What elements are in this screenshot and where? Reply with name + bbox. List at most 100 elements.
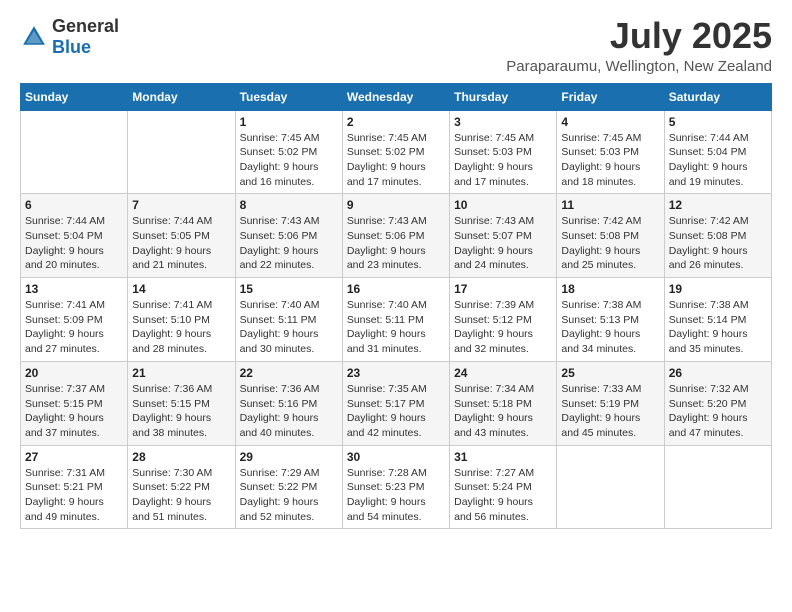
calendar-header-tuesday: Tuesday (235, 83, 342, 110)
day-number: 26 (669, 366, 767, 380)
logo-icon (20, 23, 48, 51)
calendar-cell: 20 Sunrise: 7:37 AM Sunset: 5:15 PM Dayli… (21, 361, 128, 445)
calendar-cell: 16Sunrise: 7:40 AM Sunset: 5:11 PM Dayli… (342, 278, 449, 362)
calendar-header-saturday: Saturday (664, 83, 771, 110)
day-detail: Sunrise: 7:43 AM Sunset: 5:07 PM Dayligh… (454, 214, 552, 273)
calendar-cell: 1 Sunrise: 7:45 AM Sunset: 5:02 PM Daylig… (235, 110, 342, 194)
calendar-cell: 11 Sunrise: 7:42 AM Sunset: 5:08 PM Dayli… (557, 194, 664, 278)
calendar-cell: 25Sunrise: 7:33 AM Sunset: 5:19 PM Dayli… (557, 361, 664, 445)
day-detail: Sunrise: 7:29 AM Sunset: 5:22 PM Dayligh… (240, 466, 338, 525)
day-detail: Sunrise: 7:45 AM Sunset: 5:03 PM Dayligh… (454, 131, 552, 190)
calendar-cell: 31 Sunrise: 7:27 AM Sunset: 5:24 PM Dayli… (450, 445, 557, 529)
day-detail: Sunrise: 7:32 AM Sunset: 5:20 PM Dayligh… (669, 382, 767, 441)
day-detail: Sunrise: 7:36 AM Sunset: 5:15 PM Dayligh… (132, 382, 230, 441)
day-detail: Sunrise: 7:35 AM Sunset: 5:17 PM Dayligh… (347, 382, 445, 441)
calendar-table: SundayMondayTuesdayWednesdayThursdayFrid… (20, 83, 772, 530)
day-number: 19 (669, 282, 767, 296)
day-number: 2 (347, 115, 445, 129)
calendar-header-row: SundayMondayTuesdayWednesdayThursdayFrid… (21, 83, 772, 110)
day-number: 28 (132, 450, 230, 464)
day-detail: Sunrise: 7:45 AM Sunset: 5:02 PM Dayligh… (240, 131, 338, 190)
calendar-cell: 14Sunrise: 7:41 AM Sunset: 5:10 PM Dayli… (128, 278, 235, 362)
calendar-cell: 2 Sunrise: 7:45 AM Sunset: 5:02 PM Daylig… (342, 110, 449, 194)
day-detail: Sunrise: 7:33 AM Sunset: 5:19 PM Dayligh… (561, 382, 659, 441)
calendar-cell: 30Sunrise: 7:28 AM Sunset: 5:23 PM Dayli… (342, 445, 449, 529)
calendar-cell: 17 Sunrise: 7:39 AM Sunset: 5:12 PM Dayli… (450, 278, 557, 362)
calendar-cell: 24 Sunrise: 7:34 AM Sunset: 5:18 PM Dayli… (450, 361, 557, 445)
calendar-cell: 21 Sunrise: 7:36 AM Sunset: 5:15 PM Dayli… (128, 361, 235, 445)
day-detail: Sunrise: 7:37 AM Sunset: 5:15 PM Dayligh… (25, 382, 123, 441)
calendar-cell (21, 110, 128, 194)
calendar-cell: 8 Sunrise: 7:43 AM Sunset: 5:06 PM Daylig… (235, 194, 342, 278)
day-number: 23 (347, 366, 445, 380)
calendar-body: 1 Sunrise: 7:45 AM Sunset: 5:02 PM Daylig… (21, 110, 772, 529)
day-number: 12 (669, 198, 767, 212)
calendar-cell: 18Sunrise: 7:38 AM Sunset: 5:13 PM Dayli… (557, 278, 664, 362)
logo-blue: Blue (52, 37, 91, 57)
day-detail: Sunrise: 7:43 AM Sunset: 5:06 PM Dayligh… (347, 214, 445, 273)
subtitle: Paraparaumu, Wellington, New Zealand (506, 58, 772, 75)
day-detail: Sunrise: 7:44 AM Sunset: 5:04 PM Dayligh… (25, 214, 123, 273)
day-number: 29 (240, 450, 338, 464)
day-detail: Sunrise: 7:42 AM Sunset: 5:08 PM Dayligh… (561, 214, 659, 273)
main-title: July 2025 (506, 16, 772, 56)
calendar-cell: 3Sunrise: 7:45 AM Sunset: 5:03 PM Daylig… (450, 110, 557, 194)
calendar-week-5: 27Sunrise: 7:31 AM Sunset: 5:21 PM Dayli… (21, 445, 772, 529)
calendar-cell: 28 Sunrise: 7:30 AM Sunset: 5:22 PM Dayli… (128, 445, 235, 529)
day-detail: Sunrise: 7:43 AM Sunset: 5:06 PM Dayligh… (240, 214, 338, 273)
day-number: 9 (347, 198, 445, 212)
day-detail: Sunrise: 7:27 AM Sunset: 5:24 PM Dayligh… (454, 466, 552, 525)
calendar-week-3: 13Sunrise: 7:41 AM Sunset: 5:09 PM Dayli… (21, 278, 772, 362)
calendar-cell: 23 Sunrise: 7:35 AM Sunset: 5:17 PM Dayli… (342, 361, 449, 445)
calendar-header-friday: Friday (557, 83, 664, 110)
day-number: 10 (454, 198, 552, 212)
day-number: 8 (240, 198, 338, 212)
logo: General Blue (20, 16, 119, 58)
day-detail: Sunrise: 7:39 AM Sunset: 5:12 PM Dayligh… (454, 298, 552, 357)
calendar-header-wednesday: Wednesday (342, 83, 449, 110)
calendar-cell: 9 Sunrise: 7:43 AM Sunset: 5:06 PM Daylig… (342, 194, 449, 278)
calendar-cell: 10 Sunrise: 7:43 AM Sunset: 5:07 PM Dayli… (450, 194, 557, 278)
day-number: 14 (132, 282, 230, 296)
day-number: 30 (347, 450, 445, 464)
day-detail: Sunrise: 7:42 AM Sunset: 5:08 PM Dayligh… (669, 214, 767, 273)
day-number: 17 (454, 282, 552, 296)
calendar-cell (557, 445, 664, 529)
calendar-week-1: 1 Sunrise: 7:45 AM Sunset: 5:02 PM Daylig… (21, 110, 772, 194)
calendar-header-thursday: Thursday (450, 83, 557, 110)
day-detail: Sunrise: 7:41 AM Sunset: 5:09 PM Dayligh… (25, 298, 123, 357)
day-detail: Sunrise: 7:36 AM Sunset: 5:16 PM Dayligh… (240, 382, 338, 441)
day-detail: Sunrise: 7:38 AM Sunset: 5:14 PM Dayligh… (669, 298, 767, 357)
calendar-cell: 22 Sunrise: 7:36 AM Sunset: 5:16 PM Dayli… (235, 361, 342, 445)
calendar-cell (128, 110, 235, 194)
day-number: 18 (561, 282, 659, 296)
day-number: 31 (454, 450, 552, 464)
day-number: 22 (240, 366, 338, 380)
calendar-cell: 27Sunrise: 7:31 AM Sunset: 5:21 PM Dayli… (21, 445, 128, 529)
day-number: 7 (132, 198, 230, 212)
day-number: 5 (669, 115, 767, 129)
day-detail: Sunrise: 7:34 AM Sunset: 5:18 PM Dayligh… (454, 382, 552, 441)
day-number: 11 (561, 198, 659, 212)
day-detail: Sunrise: 7:44 AM Sunset: 5:05 PM Dayligh… (132, 214, 230, 273)
calendar-cell: 6 Sunrise: 7:44 AM Sunset: 5:04 PM Daylig… (21, 194, 128, 278)
calendar-week-2: 6 Sunrise: 7:44 AM Sunset: 5:04 PM Daylig… (21, 194, 772, 278)
day-number: 6 (25, 198, 123, 212)
day-number: 4 (561, 115, 659, 129)
calendar-cell: 4Sunrise: 7:45 AM Sunset: 5:03 PM Daylig… (557, 110, 664, 194)
calendar-cell: 29 Sunrise: 7:29 AM Sunset: 5:22 PM Dayli… (235, 445, 342, 529)
calendar-cell: 12 Sunrise: 7:42 AM Sunset: 5:08 PM Dayli… (664, 194, 771, 278)
day-detail: Sunrise: 7:30 AM Sunset: 5:22 PM Dayligh… (132, 466, 230, 525)
day-number: 15 (240, 282, 338, 296)
calendar-cell: 19 Sunrise: 7:38 AM Sunset: 5:14 PM Dayli… (664, 278, 771, 362)
day-number: 20 (25, 366, 123, 380)
title-block: July 2025 Paraparaumu, Wellington, New Z… (506, 16, 772, 75)
day-number: 21 (132, 366, 230, 380)
day-number: 1 (240, 115, 338, 129)
day-detail: Sunrise: 7:31 AM Sunset: 5:21 PM Dayligh… (25, 466, 123, 525)
day-detail: Sunrise: 7:45 AM Sunset: 5:02 PM Dayligh… (347, 131, 445, 190)
day-number: 24 (454, 366, 552, 380)
calendar-cell: 13Sunrise: 7:41 AM Sunset: 5:09 PM Dayli… (21, 278, 128, 362)
calendar-header-monday: Monday (128, 83, 235, 110)
calendar-cell: 7 Sunrise: 7:44 AM Sunset: 5:05 PM Daylig… (128, 194, 235, 278)
